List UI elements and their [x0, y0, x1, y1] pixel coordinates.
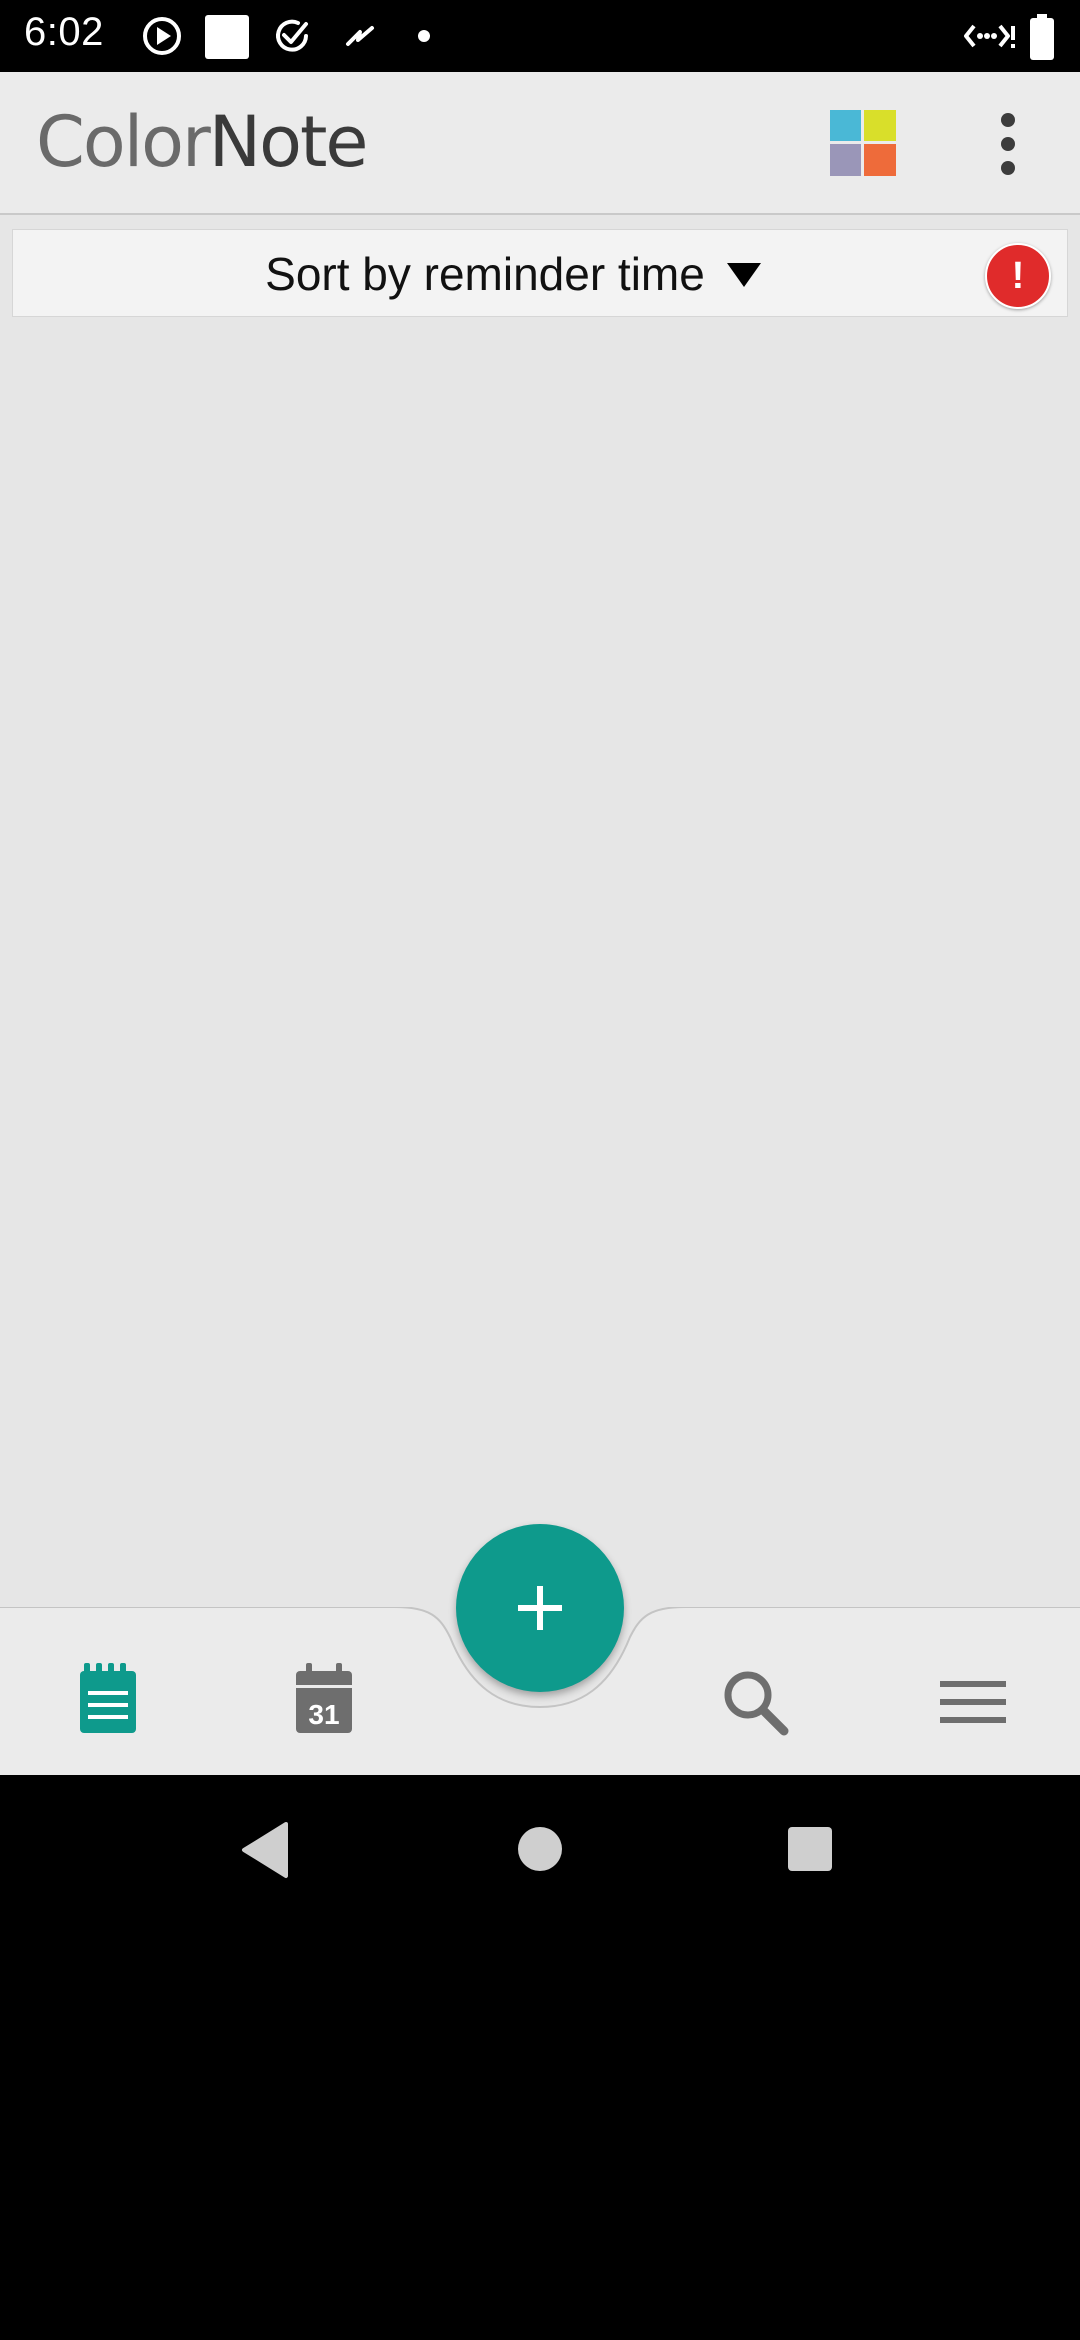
- battery-icon: [1030, 14, 1054, 60]
- app-logo-color: Color: [36, 101, 211, 183]
- play-circle-icon: [143, 17, 181, 55]
- search-icon[interactable]: [710, 1657, 800, 1747]
- calendar-icon[interactable]: 31: [279, 1657, 369, 1747]
- plus-icon-vertical: [537, 1586, 543, 1630]
- wifi-data-icon: [964, 24, 1015, 48]
- screen: 6:02 ColorNote Sort by reminder time ! 3…: [0, 0, 1080, 2340]
- menu-icon[interactable]: [928, 1657, 1018, 1747]
- home-icon[interactable]: [516, 1825, 564, 1873]
- status-bar: 6:02: [0, 0, 1080, 72]
- app-logo-note: Note: [208, 101, 369, 183]
- dropdown-arrow-icon: [726, 262, 761, 287]
- system-navigation-bar: [0, 1775, 1080, 2340]
- svg-text:31: 31: [308, 1699, 339, 1730]
- alert-badge[interactable]: !: [985, 243, 1051, 309]
- back-icon[interactable]: [240, 1820, 290, 1880]
- squiggle-icon: [346, 26, 374, 46]
- recents-icon[interactable]: [786, 1825, 834, 1873]
- app-logo: ColorNote: [36, 101, 369, 183]
- notes-icon[interactable]: [62, 1657, 152, 1747]
- app-bar: ColorNote: [0, 72, 1080, 215]
- status-time: 6:02: [24, 10, 104, 54]
- add-note-button[interactable]: [456, 1524, 624, 1692]
- dot-icon: [418, 30, 430, 42]
- check-circle-icon: [276, 19, 308, 52]
- sort-label: Sort by reminder time: [265, 248, 705, 300]
- sort-dropdown[interactable]: Sort by reminder time !: [12, 229, 1068, 317]
- white-square-icon: [205, 15, 249, 59]
- more-options-icon[interactable]: [980, 108, 1036, 180]
- color-grid-button[interactable]: [830, 110, 896, 176]
- sort-label-wrap: Sort by reminder time: [13, 230, 1013, 318]
